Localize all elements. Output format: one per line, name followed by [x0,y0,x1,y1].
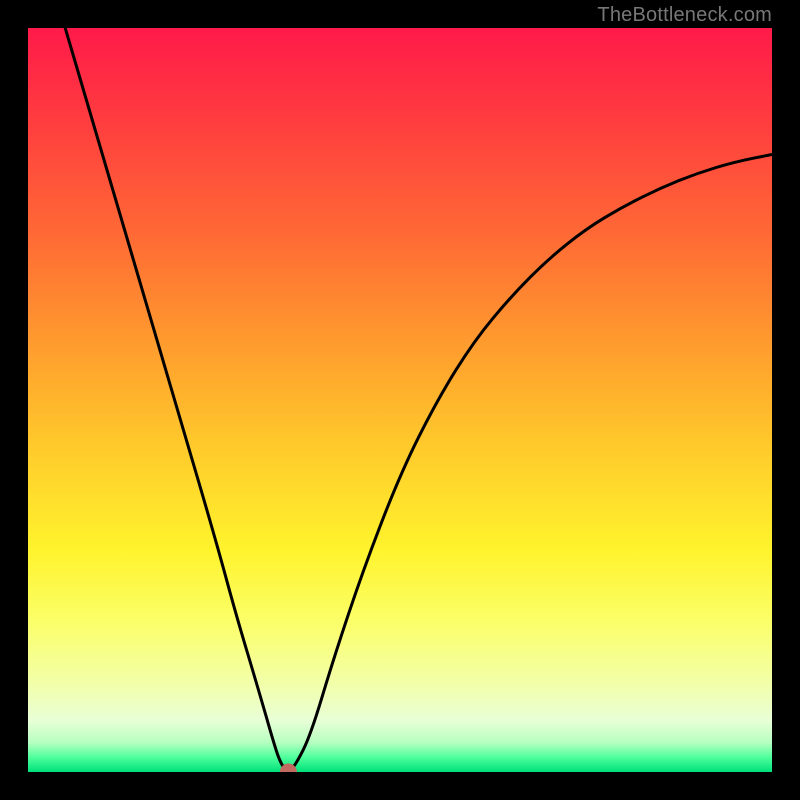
plot-area [28,28,772,772]
bottleneck-curve-svg [28,28,772,772]
watermark-text: TheBottleneck.com [597,4,772,27]
chart-frame: TheBottleneck.com [0,0,800,800]
bottleneck-curve [65,28,772,770]
